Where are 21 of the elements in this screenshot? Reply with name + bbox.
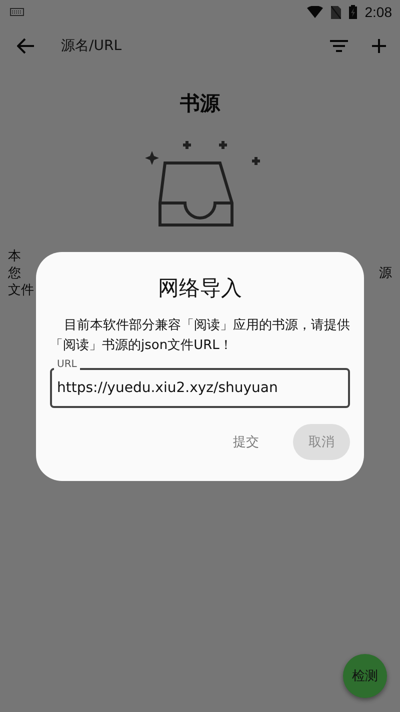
url-input-field[interactable]: https://yuedu.xiu2.xyz/shuyuan xyxy=(50,368,350,408)
back-arrow-icon[interactable] xyxy=(17,38,35,54)
background-text: 您 xyxy=(8,265,21,282)
page-title: 书源 xyxy=(180,90,220,117)
cancel-button[interactable]: 取消 xyxy=(293,424,350,460)
status-time: 2:08 xyxy=(364,4,392,20)
search-field[interactable]: 源名/URL xyxy=(61,37,306,55)
add-icon[interactable] xyxy=(372,39,386,53)
check-button[interactable]: 检测 xyxy=(343,654,387,698)
background-text: 文件 xyxy=(8,282,34,299)
dialog-title: 网络导入 xyxy=(158,275,242,302)
background-text: 本 xyxy=(8,248,21,265)
wifi-icon xyxy=(306,6,323,18)
filter-icon[interactable] xyxy=(330,40,348,52)
background-text: 源 xyxy=(379,265,392,282)
field-label: URL xyxy=(54,359,80,371)
no-sim-icon xyxy=(330,6,341,18)
keyboard-icon xyxy=(10,8,24,16)
dialog-message: 目前本软件部分兼容「阅读」应用的书源，请提供「阅读」书源的json文件URL！ xyxy=(50,317,350,355)
battery-charging-icon xyxy=(348,5,357,19)
submit-button[interactable]: 提交 xyxy=(219,424,273,460)
